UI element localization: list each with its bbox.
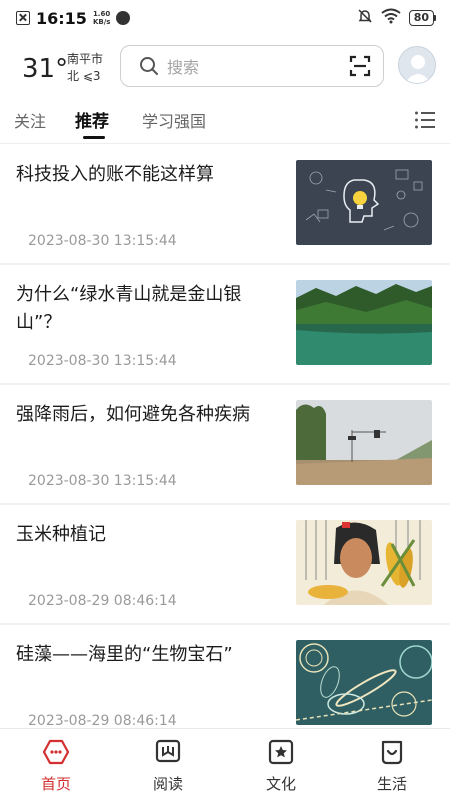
nav-reading-label: 阅读 — [152, 775, 183, 793]
category-tabs: 关注 推荐 学习强国 — [0, 96, 450, 144]
article-title: 科技投入的账不能这样算 — [16, 164, 214, 185]
notification-close-icon — [16, 11, 30, 25]
nav-reading[interactable]: 阅读 — [128, 739, 208, 794]
nav-life-label: 生活 — [376, 775, 407, 793]
article-title: 硅藻——海里的“生物宝石” — [16, 644, 233, 665]
avatar[interactable] — [398, 46, 436, 84]
tab-recommended[interactable]: 推荐 — [75, 107, 109, 132]
search-placeholder: 搜索 — [167, 58, 200, 77]
article-timestamp: 2023-08-29 08:46:14 — [28, 593, 177, 609]
list-item[interactable]: 为什么“绿水青山就是金山银山”？ 2023-08-30 13:15:44 — [0, 265, 450, 383]
status-time: 16:15 — [36, 8, 87, 28]
nav-home[interactable]: 首页 — [16, 739, 96, 794]
article-timestamp: 2023-08-30 13:15:44 — [28, 233, 177, 249]
active-tab-indicator — [83, 136, 105, 139]
article-thumbnail — [296, 160, 432, 245]
battery-icon: 80 — [408, 10, 436, 26]
network-speed-value: 1.60 — [92, 10, 111, 18]
search-icon — [139, 56, 159, 76]
home-icon — [42, 739, 70, 765]
battery-level: 80 — [408, 10, 434, 26]
header: 31° 南平市 北 ⩽3 搜索 — [0, 44, 450, 90]
list-item[interactable]: 强降雨后，如何避免各种疾病 2023-08-30 13:15:44 — [0, 385, 450, 503]
app-notification-icon — [116, 11, 131, 25]
channel-list-icon[interactable] — [414, 110, 436, 134]
bottom-navigation: 首页 阅读 文化 生活 — [0, 728, 450, 800]
search-input[interactable]: 搜索 — [120, 45, 384, 87]
weather-wind: 北 ⩽3 — [67, 69, 101, 83]
article-timestamp: 2023-08-29 08:46:14 — [28, 713, 177, 728]
article-timestamp: 2023-08-30 13:15:44 — [28, 473, 177, 489]
nav-life[interactable]: 生活 — [352, 739, 432, 794]
star-frame-icon — [267, 739, 295, 765]
wifi-icon — [381, 8, 401, 28]
list-item[interactable]: 科技投入的账不能这样算 2023-08-30 13:15:44 — [0, 145, 450, 263]
network-speed: 1.60 KB/s — [93, 10, 110, 26]
article-title: 玉米种植记 — [16, 524, 106, 545]
smile-bag-icon — [378, 739, 406, 765]
article-feed: 科技投入的账不能这样算 2023-08-30 13:15:44 为什么“绿水青山… — [0, 145, 450, 728]
mute-bell-icon — [357, 8, 373, 28]
tab-following[interactable]: 关注 — [14, 108, 46, 132]
network-speed-unit: KB/s — [92, 18, 111, 26]
status-bar: 16:15 1.60 KB/s 80 — [0, 0, 450, 36]
article-timestamp: 2023-08-30 13:15:44 — [28, 353, 177, 369]
article-title: 为什么“绿水青山就是金山银山”？ — [16, 284, 242, 333]
article-thumbnail — [296, 400, 432, 485]
article-thumbnail — [296, 520, 432, 605]
article-thumbnail — [296, 280, 432, 365]
list-item[interactable]: 玉米种植记 2023-08-29 08:46:14 — [0, 505, 450, 623]
weather-temperature: 31° — [22, 54, 69, 84]
nav-home-label: 首页 — [40, 775, 71, 793]
book-icon — [154, 739, 182, 765]
list-item[interactable]: 硅藻——海里的“生物宝石” 2023-08-29 08:46:14 — [0, 625, 450, 728]
article-thumbnail — [296, 640, 432, 725]
tab-xuexi-qiangguo[interactable]: 学习强国 — [142, 108, 206, 132]
article-title: 强降雨后，如何避免各种疾病 — [16, 404, 250, 425]
weather-city: 南平市 — [67, 52, 104, 66]
scan-icon[interactable] — [349, 55, 371, 77]
nav-culture[interactable]: 文化 — [241, 739, 321, 794]
nav-culture-label: 文化 — [265, 775, 296, 793]
